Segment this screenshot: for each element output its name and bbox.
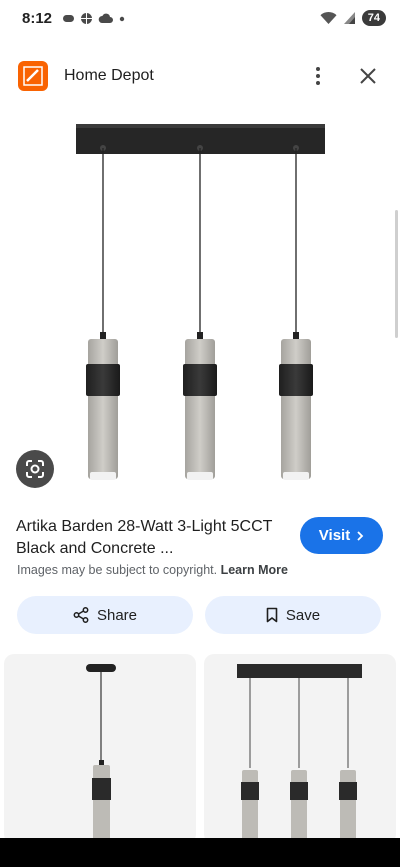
app-header: Home Depot <box>0 52 400 100</box>
sports-icon <box>81 12 93 24</box>
learn-more-link[interactable]: Learn More <box>221 563 288 577</box>
visit-label: Visit <box>318 527 351 544</box>
share-button[interactable]: Share <box>17 596 193 634</box>
cloud-icon <box>98 13 114 23</box>
more-vert-icon <box>316 67 320 85</box>
close-button[interactable] <box>354 62 382 90</box>
save-button[interactable]: Save <box>205 596 381 634</box>
related-image <box>237 664 362 844</box>
visit-button[interactable]: Visit <box>300 517 383 554</box>
status-right-icons: 74 <box>320 10 386 26</box>
lens-search-button[interactable] <box>16 450 54 488</box>
more-options-button[interactable] <box>304 62 332 90</box>
home-depot-logo <box>18 61 48 91</box>
dot-icon <box>119 16 125 21</box>
notification-icon <box>63 14 75 22</box>
related-image-card[interactable] <box>204 654 396 844</box>
copyright-notice: Images may be subject to copyright. Lear… <box>17 563 288 577</box>
signal-icon <box>343 12 355 24</box>
source-name: Home Depot <box>64 67 154 84</box>
related-image <box>86 664 116 844</box>
product-title[interactable]: Artika Barden 28-Watt 3-Light 5CCT Black… <box>16 516 276 560</box>
close-icon <box>360 68 376 84</box>
status-left-icons <box>62 12 126 25</box>
lens-icon <box>26 460 44 478</box>
share-icon <box>73 607 89 623</box>
chevron-right-icon <box>357 530 364 541</box>
bookmark-icon <box>266 607 278 623</box>
system-navigation-bar <box>0 838 400 867</box>
status-bar: 8:12 74 <box>0 0 400 36</box>
scrollbar-thumb[interactable] <box>395 210 398 338</box>
share-label: Share <box>96 606 138 624</box>
wifi-icon <box>320 11 337 24</box>
related-image-card[interactable] <box>4 654 196 844</box>
home-depot-logo-mark <box>23 66 43 86</box>
save-label: Save <box>285 606 321 624</box>
product-image[interactable] <box>0 108 400 508</box>
copyright-text: Images may be subject to copyright. <box>17 563 218 577</box>
status-time: 8:12 <box>22 9 53 27</box>
battery-level: 74 <box>361 10 386 26</box>
